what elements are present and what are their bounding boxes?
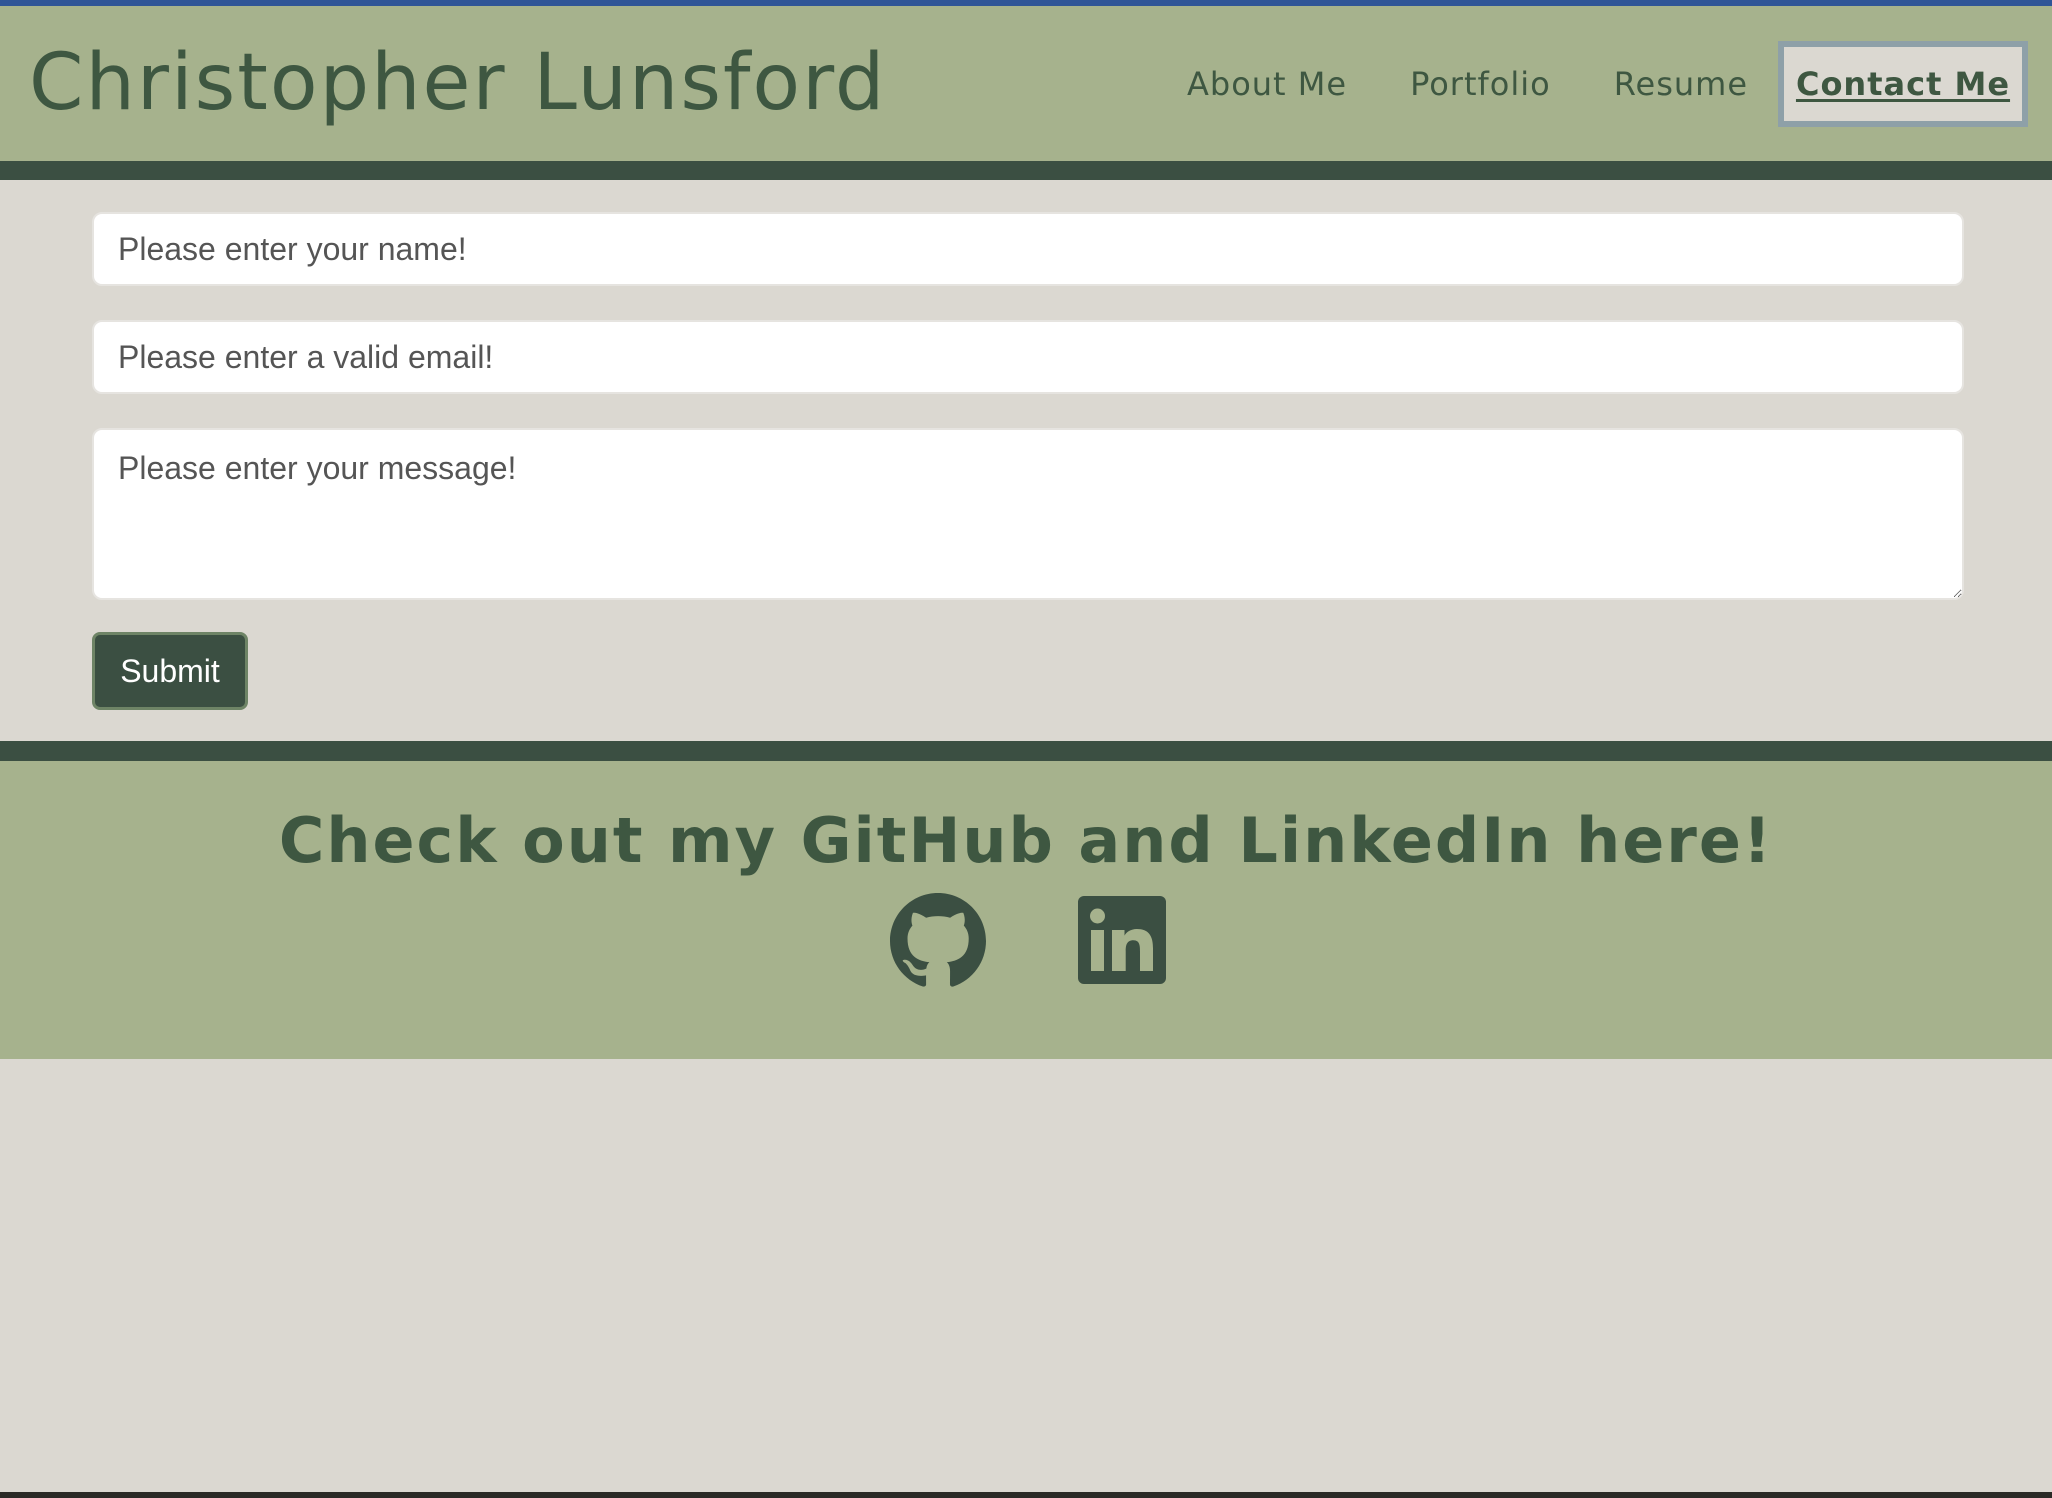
site-header: Christopher Lunsford About Me Portfolio … <box>0 6 2052 161</box>
site-title: Christopher Lunsford <box>29 38 887 128</box>
nav-resume[interactable]: Resume <box>1614 64 1748 104</box>
page: Christopher Lunsford About Me Portfolio … <box>0 0 2052 1498</box>
contact-form: Submit <box>92 212 1964 710</box>
nav-about-me[interactable]: About Me <box>1187 64 1347 104</box>
nav-contact-me[interactable]: Contact Me <box>1778 41 2028 127</box>
github-icon <box>890 893 986 989</box>
main-nav: About Me Portfolio Resume Contact Me <box>1124 38 2028 130</box>
linkedin-icon <box>1078 896 1166 984</box>
footer-heading: Check out my GitHub and LinkedIn here! <box>278 804 1774 877</box>
footer-divider <box>0 741 2052 761</box>
message-textarea[interactable] <box>92 428 1964 600</box>
linkedin-link[interactable] <box>1078 896 1166 984</box>
github-link[interactable] <box>890 893 986 989</box>
name-input[interactable] <box>92 212 1964 286</box>
site-footer: Check out my GitHub and LinkedIn here! <box>0 761 2052 1059</box>
email-input[interactable] <box>92 320 1964 394</box>
submit-button[interactable]: Submit <box>92 632 248 710</box>
nav-portfolio[interactable]: Portfolio <box>1410 64 1551 104</box>
window-bottom-edge <box>0 1492 2052 1498</box>
header-divider <box>0 161 2052 180</box>
